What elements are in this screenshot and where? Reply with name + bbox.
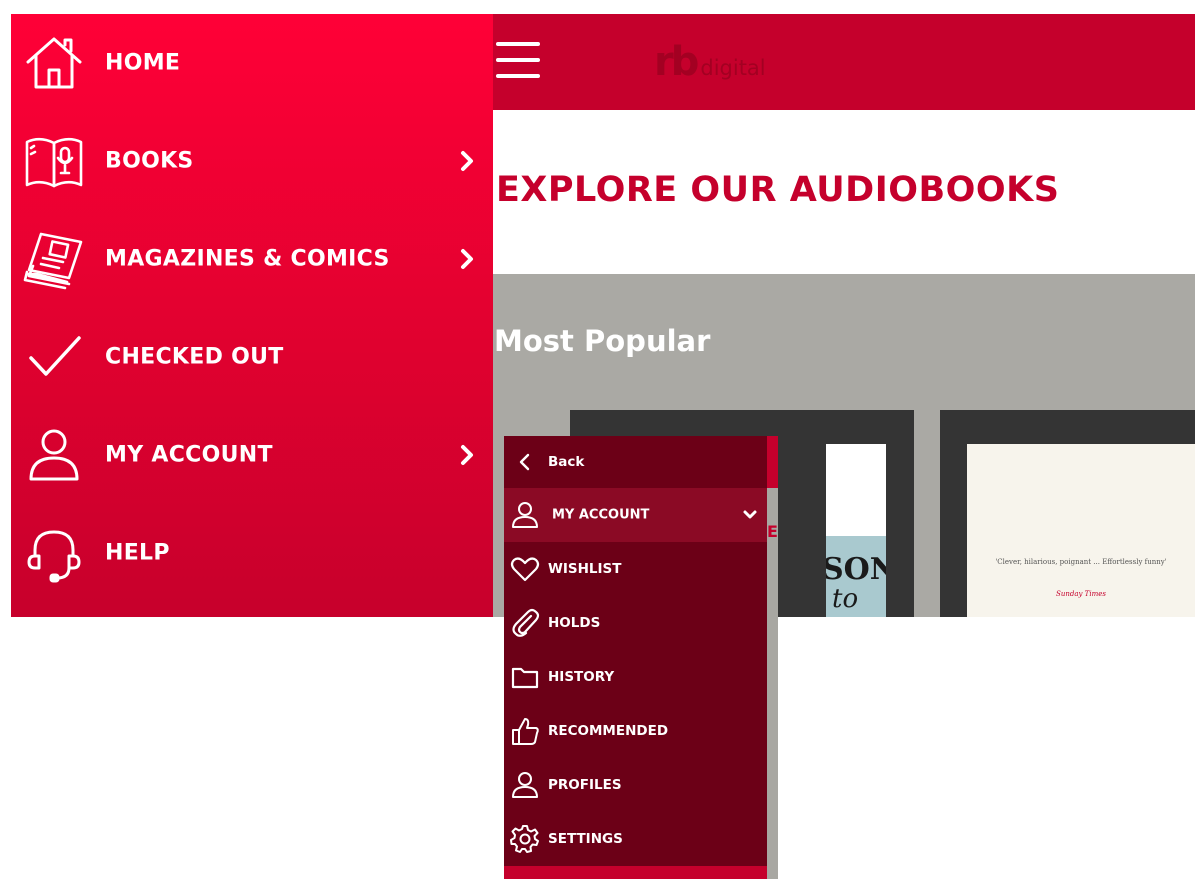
thumbs-up-icon (510, 716, 540, 746)
user-icon (23, 424, 85, 486)
nav-item-my-account[interactable]: MY ACCOUNT (11, 406, 493, 504)
nav-label: HELP (105, 540, 170, 566)
headset-icon (23, 522, 85, 584)
heart-icon (510, 554, 540, 584)
nav-label: BOOKS (105, 148, 194, 174)
book-cover-title: SON (826, 552, 886, 587)
nav-item-books[interactable]: BOOKS (11, 112, 493, 210)
back-label: Back (548, 454, 585, 470)
rbdigital-logo[interactable]: rb digital (654, 42, 766, 82)
magazine-icon (23, 228, 85, 290)
submenu-label: RECOMMENDED (548, 723, 669, 739)
page-title-area: EXPLORE OUR AUDIOBOOKS (492, 110, 1195, 274)
nav-label: CHECKED OUT (105, 344, 284, 370)
submenu-item-holds[interactable]: HOLDS (504, 596, 767, 650)
user-icon (510, 770, 540, 800)
gear-icon (510, 824, 540, 854)
back-button[interactable]: Back (504, 436, 767, 488)
account-menu-header[interactable]: MY ACCOUNT (504, 488, 767, 542)
account-menu-header-label: MY ACCOUNT (552, 507, 650, 523)
book-cover-script: to (832, 584, 859, 614)
checkmark-icon (23, 326, 85, 388)
nav-item-magazines-comics[interactable]: MAGAZINES & COMICS (11, 210, 493, 308)
submenu-item-profiles[interactable]: PROFILES (504, 758, 767, 812)
nav-item-help[interactable]: HELP (11, 504, 493, 602)
book-cover[interactable]: SON to (826, 444, 886, 617)
nav-label: HOME (105, 50, 181, 76)
app-header: rb digital (492, 14, 1195, 110)
book-cover-quote-source: Sunday Times (1056, 590, 1106, 598)
behind-page-fragment: E (767, 522, 778, 541)
submenu-item-settings[interactable]: SETTINGS (504, 812, 767, 866)
chevron-right-icon (461, 151, 473, 171)
book-cover[interactable]: 'Clever, hilarious, poignant ... Effortl… (967, 444, 1195, 617)
submenu-label: SETTINGS (548, 831, 623, 847)
home-icon (23, 32, 85, 94)
chevron-down-icon (743, 510, 757, 519)
nav-item-checked-out[interactable]: CHECKED OUT (11, 308, 493, 406)
chevron-left-icon (519, 453, 530, 471)
book-cover-quote: 'Clever, hilarious, poignant ... Effortl… (995, 558, 1167, 566)
submenu-label: PROFILES (548, 777, 622, 793)
nav-label: MAGAZINES & COMICS (105, 246, 390, 272)
background-page-strip (766, 436, 778, 879)
submenu-item-wishlist[interactable]: WISHLIST (504, 542, 767, 596)
section-title: Most Popular (494, 324, 711, 358)
submenu-label: HOLDS (548, 615, 601, 631)
chevron-right-icon (461, 249, 473, 269)
user-icon (510, 500, 540, 530)
nav-item-home[interactable]: HOME (11, 14, 493, 112)
submenu-item-history[interactable]: HISTORY (504, 650, 767, 704)
book-icon (23, 130, 85, 192)
submenu-bottom-bar (504, 866, 767, 879)
hamburger-menu-icon[interactable] (496, 42, 540, 80)
account-submenu: Back MY ACCOUNT WISHLIST HOLDS HISTORY R… (504, 436, 767, 879)
paperclip-icon (510, 608, 540, 638)
logo-word: digital (700, 56, 766, 80)
submenu-label: WISHLIST (548, 561, 622, 577)
folder-icon (510, 662, 540, 692)
submenu-label: HISTORY (548, 669, 615, 685)
main-navigation-panel: HOME BOOKS MAGAZINES & COMICS CHECKED OU… (11, 14, 493, 617)
submenu-item-recommended[interactable]: RECOMMENDED (504, 704, 767, 758)
logo-mark: rb (654, 39, 699, 85)
chevron-right-icon (461, 445, 473, 465)
book-card[interactable]: 'Clever, hilarious, poignant ... Effortl… (940, 410, 1195, 617)
nav-label: MY ACCOUNT (105, 442, 273, 468)
page-title: EXPLORE OUR AUDIOBOOKS (496, 170, 1060, 210)
